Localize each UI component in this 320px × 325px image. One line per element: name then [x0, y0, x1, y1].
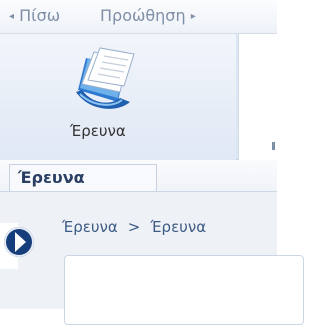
expand-panel-button[interactable] [4, 227, 34, 257]
breadcrumb: Έρευνα > Έρευνα [62, 218, 206, 236]
back-button[interactable]: ◂ Πίσω [9, 6, 60, 25]
tab-bar: Έρευνα [0, 160, 277, 192]
ribbon-next-button[interactable] [238, 34, 277, 160]
back-arrow-icon: ◂ [9, 11, 15, 22]
forward-arrow-icon: ▸ [190, 11, 196, 22]
forward-button[interactable]: Προώθηση ▸ [100, 6, 196, 25]
navigation-bar: ◂ Πίσω Προώθηση ▸ [0, 0, 277, 34]
tab-search[interactable]: Έρευνα [9, 164, 157, 191]
search-ribbon-label: Έρευνα [70, 122, 126, 140]
breadcrumb-item[interactable]: Έρευνα [62, 218, 118, 236]
play-arrow-icon [15, 232, 26, 252]
ribbon: Έρευνα [0, 34, 277, 160]
breadcrumb-separator: > [127, 218, 141, 236]
ribbon-next-mark [272, 142, 275, 150]
forward-label: Προώθηση [100, 6, 186, 25]
back-label: Πίσω [19, 6, 61, 25]
search-ribbon-button[interactable]: Έρευνα [0, 34, 236, 160]
breadcrumb-item[interactable]: Έρευνα [150, 218, 206, 236]
content-panel [64, 255, 304, 325]
documents-icon [76, 47, 135, 109]
